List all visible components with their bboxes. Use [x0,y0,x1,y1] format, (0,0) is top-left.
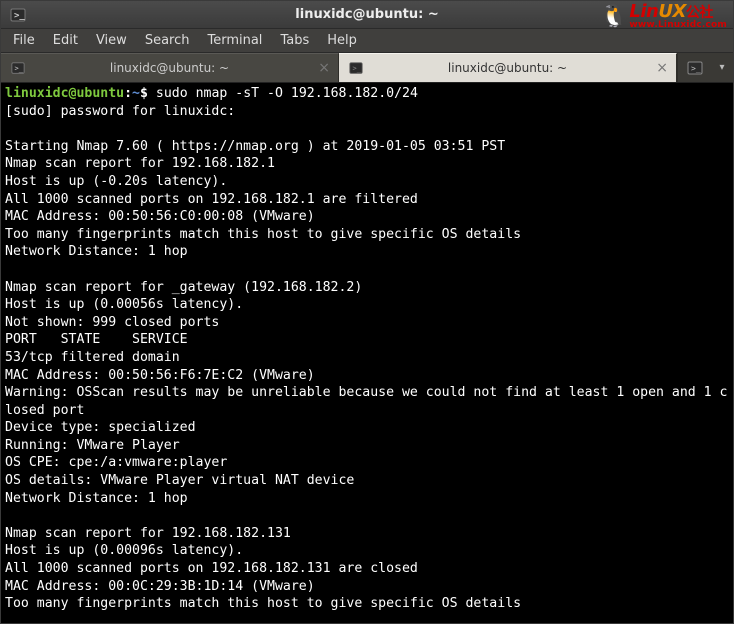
menu-file[interactable]: File [5,31,43,50]
terminal-tab-icon: >_ [11,61,25,75]
menu-tabs[interactable]: Tabs [272,31,317,50]
prompt-command: sudo nmap -sT -O 192.168.182.0/24 [156,86,418,101]
prompt-separator: : [124,86,132,101]
tux-icon: 🐧 [600,6,627,28]
tab-label: linuxidc@ubuntu: ~ [448,61,567,75]
menu-view[interactable]: View [88,31,135,50]
prompt-path: ~ [132,86,140,101]
tab-dropdown-button[interactable]: ▾ [711,53,733,82]
terminal-output-area[interactable]: linuxidc@ubuntu:~$ sudo nmap -sT -O 192.… [1,83,733,623]
tab-bar: >_ linuxidc@ubuntu: ~ × >_ linuxidc@ubun… [1,53,733,83]
menu-terminal[interactable]: Terminal [199,31,270,50]
watermark: 🐧 LinUX公社 www.Linuxidc.com [600,3,727,30]
terminal-tab-icon: >_ [349,61,363,75]
svg-text:>_: >_ [691,64,701,73]
terminal-app-icon: >_ [9,6,27,24]
svg-text:>_: >_ [14,11,25,21]
tab-label: linuxidc@ubuntu: ~ [110,61,229,75]
terminal-tab-0[interactable]: >_ linuxidc@ubuntu: ~ × [1,53,339,82]
terminal-output-lines: [sudo] password for linuxidc: Starting N… [5,104,728,612]
prompt-user-host: linuxidc@ubuntu [5,86,124,101]
svg-text:>_: >_ [353,65,362,73]
menu-edit[interactable]: Edit [45,31,86,50]
chevron-down-icon: ▾ [719,62,724,73]
prompt-symbol: $ [140,86,148,101]
close-icon[interactable]: × [318,60,330,76]
menu-search[interactable]: Search [137,31,198,50]
window-title: linuxidc@ubuntu: ~ [295,7,438,22]
window-titlebar: >_ linuxidc@ubuntu: ~ 🐧 LinUX公社 www.Linu… [1,1,733,29]
terminal-tab-1[interactable]: >_ linuxidc@ubuntu: ~ × [339,53,677,82]
svg-text:>_: >_ [15,65,24,73]
close-icon[interactable]: × [656,60,668,76]
menu-bar: File Edit View Search Terminal Tabs Help [1,29,733,53]
menu-help[interactable]: Help [319,31,365,50]
new-tab-button[interactable]: >_ [677,53,711,82]
